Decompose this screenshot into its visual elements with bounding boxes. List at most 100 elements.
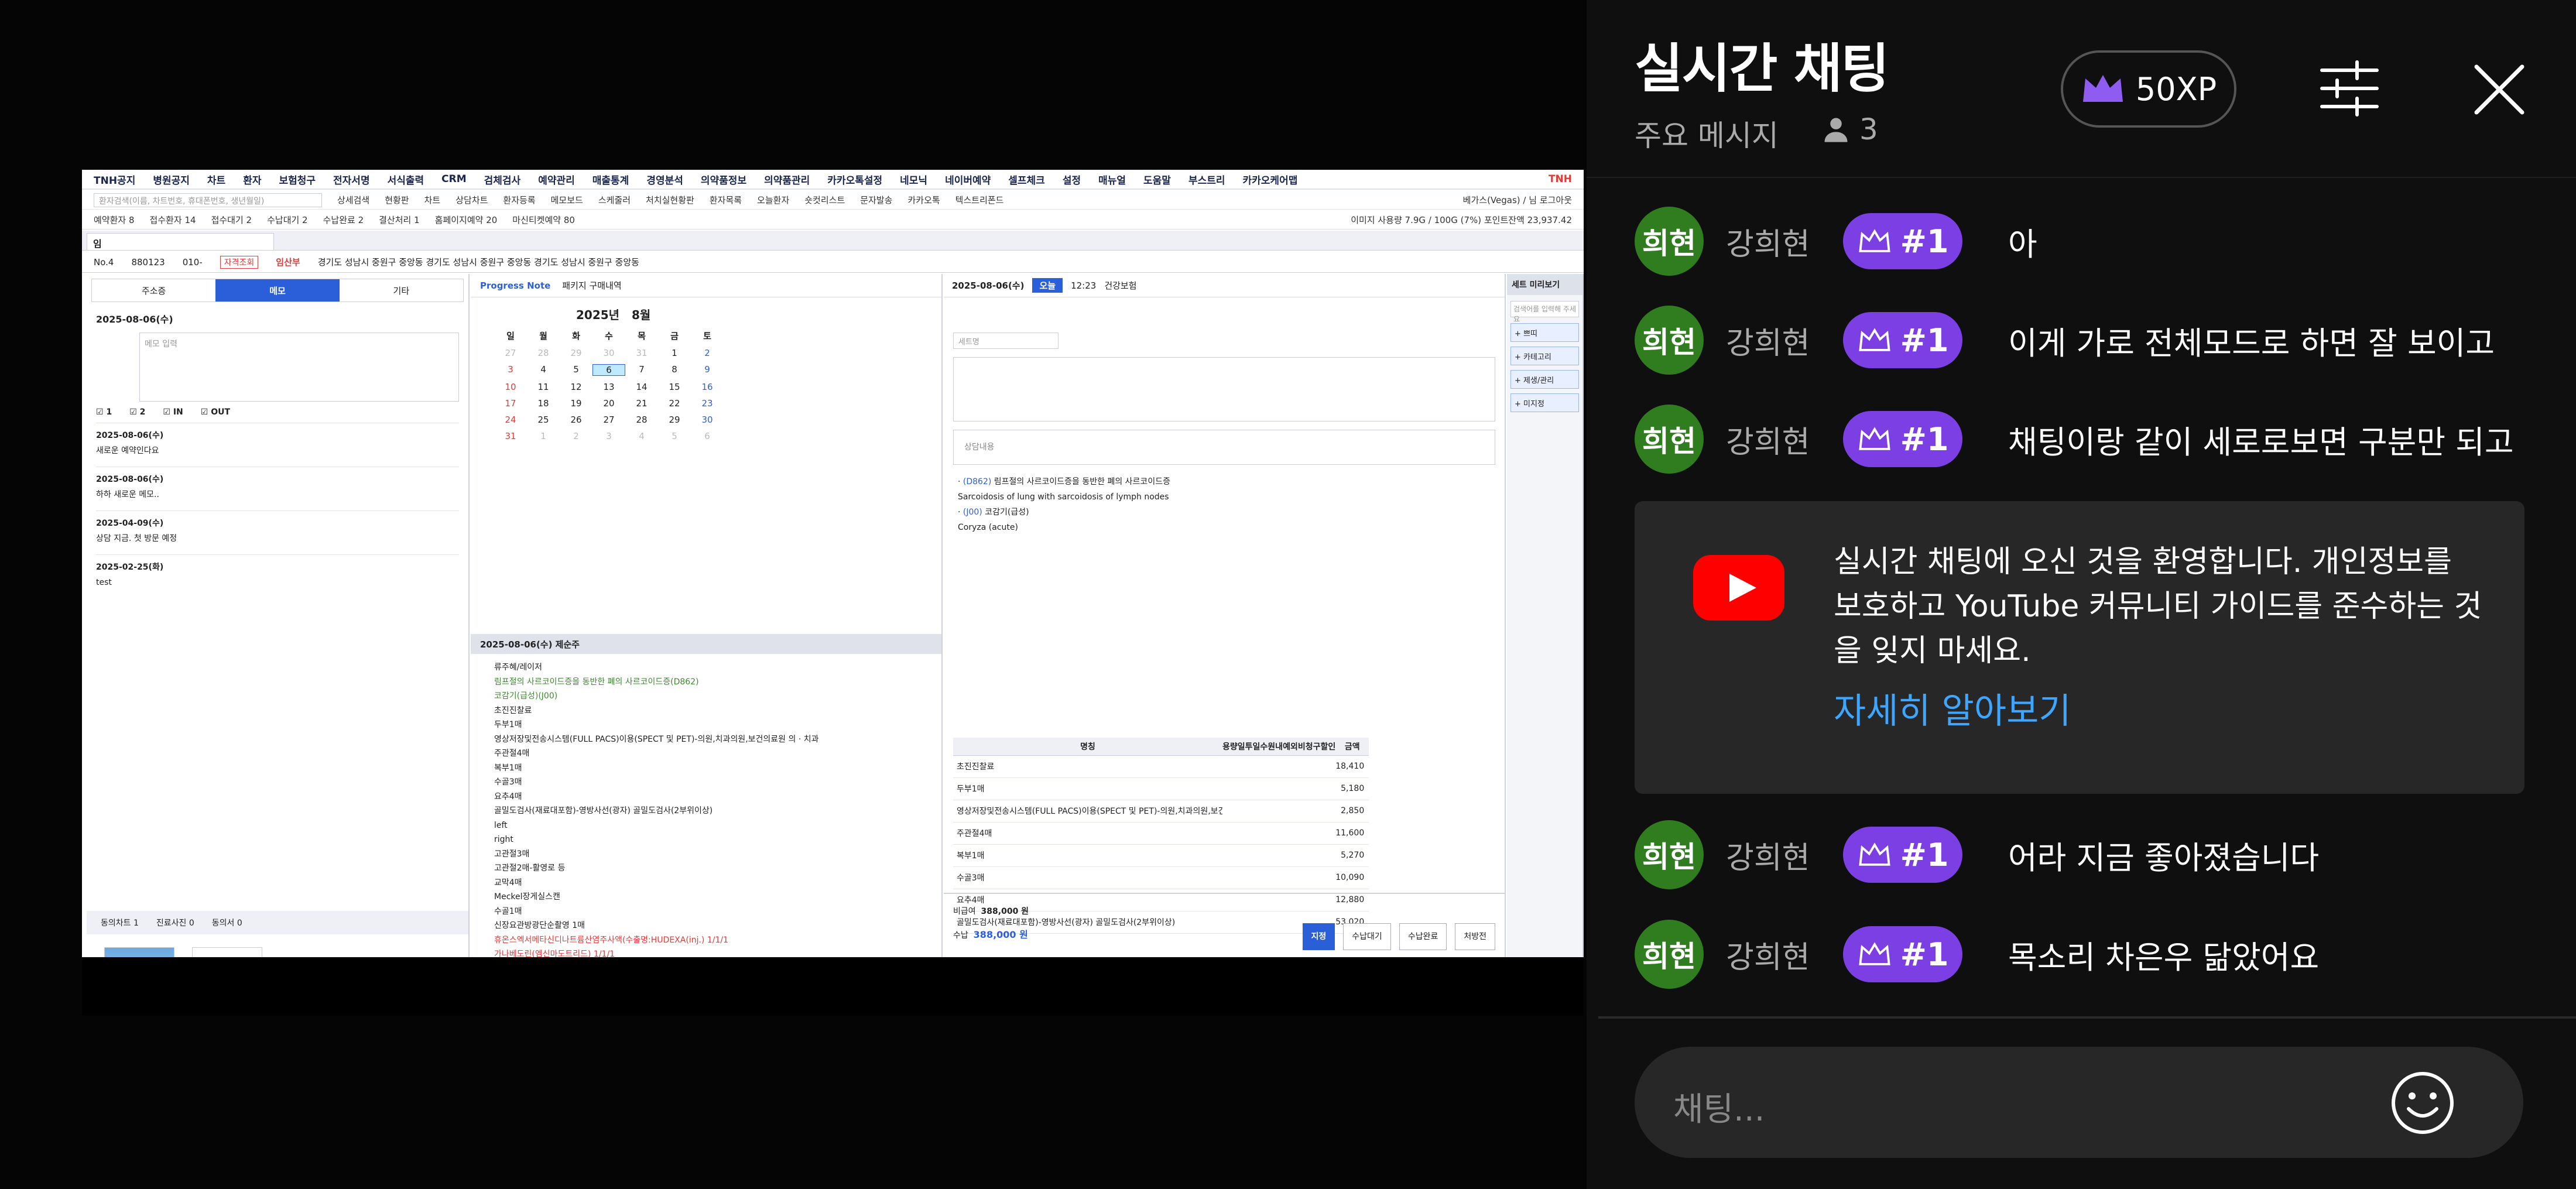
pregnant-badge: 임산부 [276,257,300,268]
set-category: + 미지정 [1510,393,1579,412]
progress-note-line: 복부1매 [494,763,522,773]
tune-icon[interactable] [2317,56,2382,121]
emr-tabbar: 임 [82,231,1584,251]
patient-chart: 880123 [131,256,165,268]
calendar-day: 27 [505,348,516,358]
chat-message[interactable]: 희현 강희현 #1 목소리 차은우 닮았어요 [1635,919,2319,989]
user-info: 베가스(Vegas) / 님 로그아웃 [1462,195,1572,205]
order-cell [1283,755,1298,778]
weekday-label: 수 [605,331,613,341]
calendar-day: 2 [573,431,579,441]
menu-item: 매출통계 [592,174,629,187]
order-item-name: 두부1매 [953,777,1222,800]
order-time: 12:23 [1071,280,1097,291]
chat-mode-selector[interactable]: 주요 메시지 [1635,112,1779,155]
menu-item: 서식출력 [387,174,424,187]
video-player[interactable]: TNH공지 병원공지 차트 환자 보험청구 전자서명 서식출력 CRM 검체검사… [0,0,1587,1189]
dx-name: 코감기(급성) [985,508,1029,517]
memo-item: 2025-08-06(수) 하하 새로운 메모.. [96,467,459,510]
thumbs-header: 동의차트 1 진료사진 0 동의서 0 [87,911,468,934]
order-cell [1283,866,1298,889]
author-name[interactable]: 강희현 [1726,933,1843,976]
calendar-day: 5 [672,431,677,441]
order-cell [1237,800,1253,823]
storage-info: 이미지 사용량 7.9G / 100G (7%) 포인트잔액 23,937.42 [1351,215,1572,225]
calendar-day: 18 [537,398,549,409]
emr-toolbar: 환자검색(이름, 차트번호, 휴대폰번호, 생년월일) 상세검색 현황판 차트 … [82,191,1584,210]
calendar-day: 6 [592,364,625,376]
memo-tab-active: 메모 [215,279,340,301]
order-item-name: 복부1매 [953,844,1222,867]
order-cell [1268,866,1283,889]
diagnosis-item: · (D862) 림프절의 사르코이드증을 동반한 폐의 사르코이드증 [958,477,1170,486]
chat-message[interactable]: 희현 강희현 #1 채팅이랑 같이 세로로보면 구분만 되고 [1635,404,2514,474]
chat-message[interactable]: 희현 강희현 #1 이게 가로 전체모드로 하면 잘 보이고 [1635,305,2495,375]
total-value: 388,000 원 [981,907,1029,916]
author-name[interactable]: 강희현 [1726,318,1843,362]
assign-button: 지정 [1302,923,1335,950]
order-item-name: 영상저장및전송시스템(FULL PACS)이용(SPECT 및 PET)-의원,… [953,800,1222,823]
avatar[interactable]: 희현 [1635,405,1704,474]
calendar-day: 16 [701,382,713,392]
message-text: 어라 지금 좋아졌습니다 [2008,839,2320,876]
chat-message[interactable]: 희현 강희현 #1 어라 지금 좋아졌습니다 [1635,820,2319,890]
avatar[interactable]: 희현 [1635,920,1704,989]
dx-code: (J00) [962,508,982,517]
author-name[interactable]: 강희현 [1726,220,1843,263]
order-cell [1222,800,1238,823]
order-cell [1237,822,1253,845]
status-count: 예약환자 8 [94,215,135,225]
order-column-header: 예외 [1283,738,1298,756]
toolbar-item: 상담차트 [455,195,488,205]
menu-item: 도움말 [1143,174,1171,187]
progress-note-line: 요추4매 [494,791,522,801]
memo-tab: 기타 [393,285,410,296]
order-cell [1268,800,1283,823]
order-item-name: 수골3매 [953,866,1222,889]
message-text: 목소리 차은우 닮았어요 [2008,938,2320,976]
weekday-label: 목 [638,331,646,341]
set-category: + 제생/관리 [1510,370,1579,389]
status-count: 마신티켓예약 80 [512,215,575,225]
calendar-day: 3 [606,431,612,441]
weekday-label: 월 [539,331,547,341]
menu-item: TNH공지 [94,174,136,187]
order-cell [1320,777,1336,800]
badge-rank: #1 [1900,836,1949,873]
progress-tabs: Progress Note 패키지 구매내역 [471,274,941,297]
memo-checks: ☑ 1 ☑ 2 ☑ IN ☑ OUT [87,402,468,423]
menu-item: 설정 [1062,174,1081,187]
avatar[interactable]: 희현 [1635,207,1704,276]
emoji-icon[interactable] [2389,1069,2457,1137]
calendar-day: 4 [540,364,546,375]
author-name[interactable]: 강희현 [1726,417,1843,461]
calendar-day: 1 [540,431,546,441]
author-name[interactable]: 강희현 [1726,833,1843,877]
memo-check: ☑ 2 [129,407,146,417]
order-table-header: 명칭 용량 일투 일수 원내 예외 비청구 할인 금액 [953,738,1369,756]
calendar-day: 31 [505,431,516,441]
calendar-day: 20 [603,398,615,409]
status-count: 수납대기 2 [267,215,308,225]
order-cell [1297,822,1321,845]
progress-note-line: 휴온스엑서메타신디나트륨산염주사액(수출명:HUDEXA(inj.) 1/1/1 [494,935,728,945]
memo-tab: 주소증 [141,285,166,296]
xp-button[interactable]: 50XP [2061,50,2236,128]
close-icon[interactable] [2472,62,2527,117]
check-label: OUT [211,407,231,417]
avatar[interactable]: 희현 [1635,306,1704,375]
order-column-header: 명칭 [953,738,1222,756]
welcome-text: 실시간 채팅에 오신 것을 환영합니다. 개인정보를 보호하고 YouTube … [1834,544,2482,669]
calendar-day: 27 [603,414,615,425]
memo-item-date: 2025-08-06(수) [96,475,164,484]
chat-message[interactable]: 희현 강희현 #1 아 [1635,206,2037,276]
avatar[interactable]: 희현 [1635,820,1704,889]
memo-check: ☑ OUT [200,407,231,417]
menu-item: 의약품관리 [764,174,810,187]
total-label: 비급여 [953,907,976,916]
learn-more-link[interactable]: 자세히 알아보기 [1834,683,2071,734]
progress-note-line: 가나베도린(엠신마도트리드) 1/1/1 [494,950,615,957]
memo-item-text: 하하 새로운 메모.. [96,490,159,499]
memo-item-text: 상담 지금. 첫 방문 예정 [96,534,177,543]
order-cell [1283,844,1298,867]
